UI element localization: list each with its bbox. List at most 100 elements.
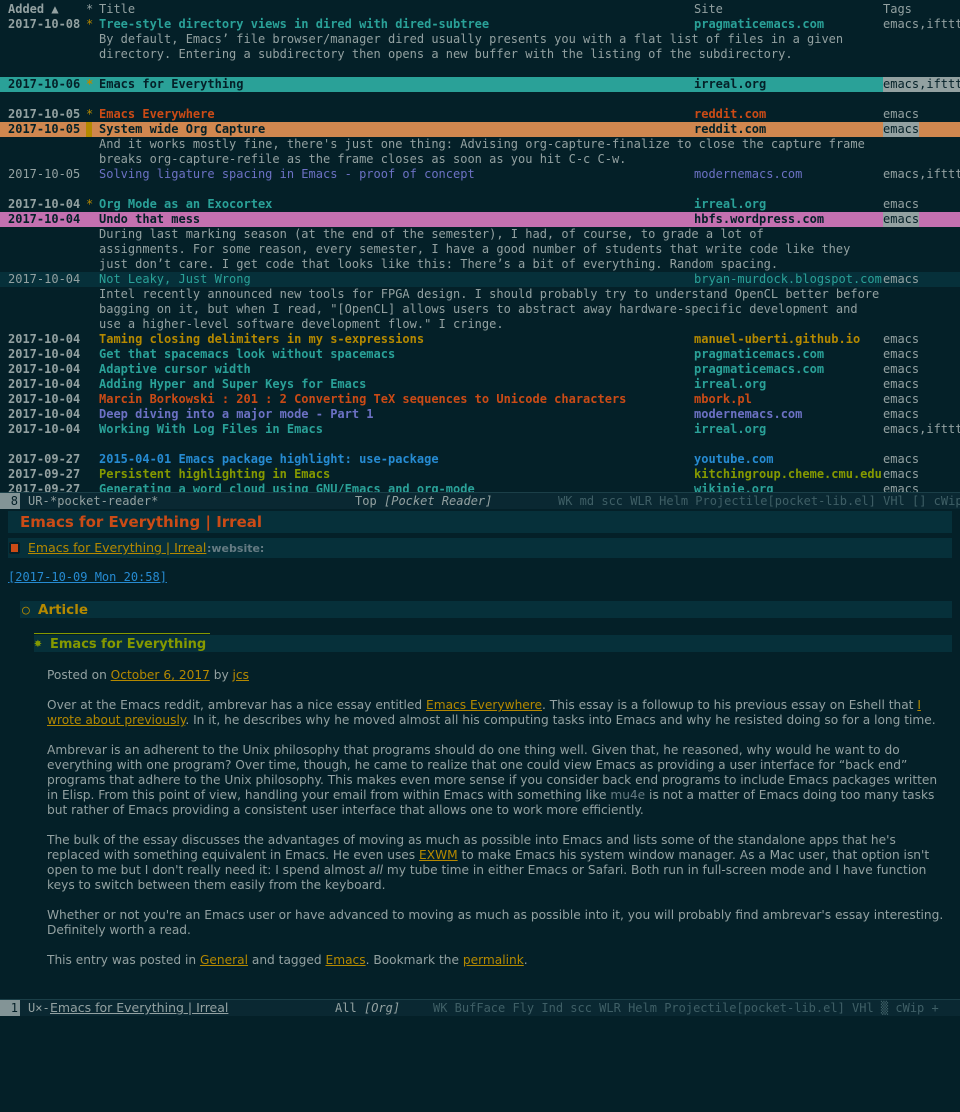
row-star: *: [86, 77, 94, 91]
row-excerpt: assignments. For some reason, every seme…: [99, 242, 851, 256]
list-item[interactable]: 2017-10-05 Solving ligature spacing in Em…: [0, 167, 960, 182]
general-category-link[interactable]: General: [200, 953, 248, 967]
subsection-rule: [34, 633, 210, 634]
column-header-title[interactable]: Title: [99, 2, 135, 17]
column-header-tags[interactable]: Tags: [883, 2, 912, 17]
list-item[interactable]: 2017-10-04 Deep diving into a major mode …: [0, 407, 960, 422]
row-site: reddit.com: [694, 122, 767, 136]
column-header-site[interactable]: Site: [694, 2, 723, 17]
row-site: mbork.pl: [694, 392, 752, 406]
buffer-position: All: [335, 1001, 357, 1015]
column-header-added[interactable]: Added ▲: [8, 2, 59, 17]
list-item[interactable]: 2017-10-04 * Org Mode as an Exocortex irrea…: [0, 197, 960, 212]
minor-modes[interactable]: WK BufFace Fly Ind scc WLR Helm Projecti…: [433, 1000, 939, 1016]
list-item[interactable]: 2017-10-04 Get that spacemacs look withou…: [0, 347, 960, 362]
title-link[interactable]: Emacs for Everything | Irreal: [28, 540, 206, 555]
posted-line: Posted on October 6, 2017 by jcs: [47, 668, 947, 683]
emacs-tag-link[interactable]: Emacs: [326, 953, 366, 967]
row-title[interactable]: Solving ligature spacing in Emacs - proo…: [99, 167, 691, 182]
row-date: 2017-10-04: [8, 332, 81, 346]
row-title[interactable]: Tree-style directory views in dired with…: [99, 17, 691, 32]
mu4e-code: mu4e: [610, 788, 646, 802]
timestamp-link[interactable]: [2017-10-09 Mon 20:58]: [8, 570, 167, 584]
list-item[interactable]: 2017-09-27 2015-04-01 Emacs package highl…: [0, 452, 960, 467]
list-item[interactable]: 2017-10-05 * Emacs Everywhere reddit.com ema…: [0, 107, 960, 122]
p5-text: This entry was posted in: [47, 953, 200, 967]
row-star: [86, 452, 96, 467]
p1-text: . This essay is a followup to his previo…: [542, 698, 918, 712]
major-mode[interactable]: [Pocket Reader]: [384, 493, 492, 509]
subsection-heading[interactable]: Emacs for Everything: [50, 637, 206, 652]
row-excerpt: And it works mostly fine, there's just o…: [99, 137, 865, 151]
list-item[interactable]: 2017-10-04 Adding Hyper and Super Keys fo…: [0, 377, 960, 392]
row-star: [86, 272, 96, 287]
row-tags: emacs,ifttt: [883, 77, 960, 92]
row-title[interactable]: Emacs for Everything: [99, 77, 691, 92]
permalink-link[interactable]: permalink: [463, 953, 524, 967]
list-item[interactable]: 2017-09-27 Generating a word cloud using …: [0, 482, 960, 492]
row-title[interactable]: Undo that mess: [99, 212, 691, 227]
paragraph-5: This entry was posted in General and tag…: [47, 953, 947, 968]
p5-text: and tagged: [247, 953, 326, 967]
list-item[interactable]: 2017-10-05 System wide Org Capture reddit.…: [0, 122, 960, 137]
row-star: [86, 467, 96, 482]
row-date: 2017-10-04: [8, 347, 81, 361]
row-site: pragmaticemacs.com: [694, 347, 825, 361]
row-title[interactable]: Org Mode as an Exocortex: [99, 197, 691, 212]
row-star: [86, 377, 96, 392]
list-item[interactable]: 2017-10-06 * Emacs for Everything irreal.or…: [0, 77, 960, 92]
major-mode[interactable]: [Org]: [364, 1000, 400, 1016]
posted-date-link[interactable]: October 6, 2017: [111, 668, 210, 682]
row-title[interactable]: System wide Org Capture: [99, 122, 691, 137]
row-excerpt: breaks org-capture-refile as the frame c…: [99, 152, 627, 166]
row-title[interactable]: Not Leaky, Just Wrong: [99, 272, 691, 287]
row-title[interactable]: Adding Hyper and Super Keys for Emacs: [99, 377, 691, 392]
list-item[interactable]: 2017-10-04 Adaptive cursor width pragmatic…: [0, 362, 960, 377]
p1-text: . In it, he describes why he moved almos…: [185, 713, 936, 727]
row-date: 2017-10-04: [8, 272, 81, 286]
emacs-everywhere-link[interactable]: Emacs Everywhere: [426, 698, 542, 712]
row-tags: emacs: [883, 212, 920, 227]
list-item[interactable]: 2017-10-08 * Tree-style directory views in…: [0, 17, 960, 32]
list-item[interactable]: 2017-10-04 Marcin Borkowski : 201 : 2 Con…: [0, 392, 960, 407]
buffer-name[interactable]: *pocket-reader*: [50, 493, 158, 509]
author-link[interactable]: jcs: [233, 668, 249, 682]
row-site: reddit.com: [694, 107, 767, 121]
row-title[interactable]: Generating a word cloud using GNU/Emacs …: [99, 482, 691, 492]
row-title[interactable]: Persistent highlighting in Emacs: [99, 467, 691, 482]
row-title[interactable]: Get that spacemacs look without spacemac…: [99, 347, 691, 362]
posted-prefix: Posted on: [47, 668, 111, 682]
row-site: manuel-uberti.github.io: [694, 332, 861, 346]
row-star: [86, 482, 96, 492]
row-title[interactable]: Emacs Everywhere: [99, 107, 691, 122]
list-item[interactable]: 2017-09-27 Persistent highlighting in Ema…: [0, 467, 960, 482]
mode-line-article: 1 U×- Emacs for Everything | Irreal All …: [0, 999, 960, 1016]
row-title[interactable]: Working With Log Files in Emacs: [99, 422, 691, 437]
list-item[interactable]: 2017-10-04 Undo that mess hbfs.wordpress.c…: [0, 212, 960, 227]
list-item[interactable]: 2017-10-04 Taming closing delimiters in m…: [0, 332, 960, 347]
website-tag[interactable]: :website:: [207, 542, 264, 555]
buffer-state: UR-: [28, 494, 50, 508]
row-title[interactable]: Marcin Borkowski : 201 : 2 Converting Te…: [99, 392, 691, 407]
row-star: [86, 407, 96, 422]
list-item[interactable]: 2017-10-04 Working With Log Files in Emac…: [0, 422, 960, 437]
row-star: [86, 422, 96, 437]
section-bar: [20, 601, 952, 618]
paragraph-4: Whether or not you're an Emacs user or h…: [47, 908, 944, 937]
row-title[interactable]: 2015-04-01 Emacs package highlight: use-…: [99, 452, 691, 467]
sparkle-bullet-icon: ✸: [34, 636, 42, 651]
row-star: *: [86, 107, 94, 121]
minor-modes[interactable]: WK md scc WLR Helm Projectile[pocket-lib…: [558, 493, 960, 509]
list-item[interactable]: 2017-10-04 Not Leaky, Just Wrong bryan-mur…: [0, 272, 960, 287]
row-title[interactable]: Deep diving into a major mode - Part 1: [99, 407, 691, 422]
row-title[interactable]: Adaptive cursor width: [99, 362, 691, 377]
row-title[interactable]: Taming closing delimiters in my s-expres…: [99, 332, 691, 347]
row-site: youtube.com: [694, 452, 774, 466]
exwm-link[interactable]: EXWM: [419, 848, 458, 862]
section-heading-article[interactable]: Article: [38, 602, 88, 618]
buffer-position: Top: [355, 494, 377, 508]
buffer-name[interactable]: Emacs for Everything | Irreal: [50, 1000, 228, 1016]
row-date: 2017-09-27: [8, 452, 81, 466]
column-header-star[interactable]: *: [86, 2, 93, 17]
row-tags: emacs: [883, 392, 920, 406]
